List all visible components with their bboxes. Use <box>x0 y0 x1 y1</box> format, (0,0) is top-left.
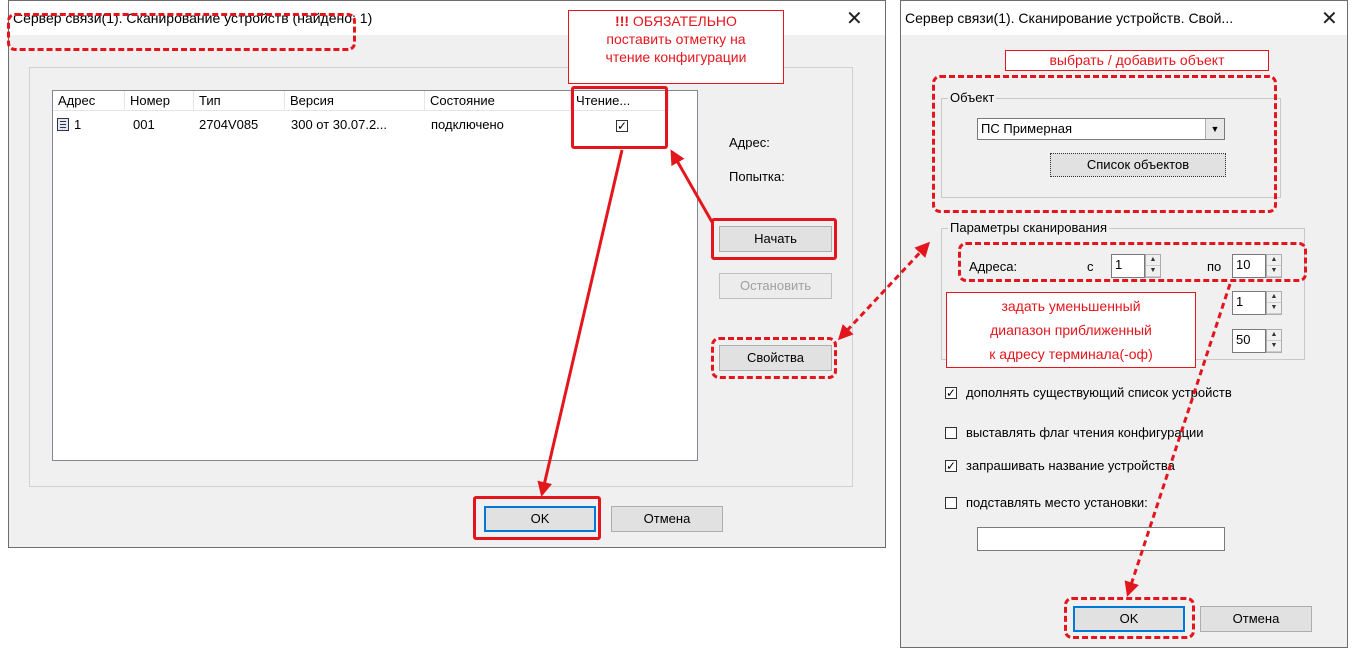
arrow-start-to-read <box>670 149 714 223</box>
arrow-range-to-ok <box>1124 283 1232 597</box>
annotation-arrows <box>537 149 1232 597</box>
arrow-read-to-ok <box>537 149 624 497</box>
arrow-properties-to-range <box>837 241 931 341</box>
